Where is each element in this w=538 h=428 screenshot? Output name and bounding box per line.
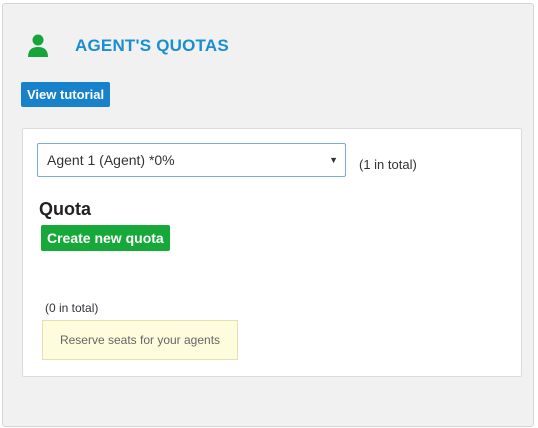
- agent-select[interactable]: Agent 1 (Agent) *0% ▼: [37, 143, 346, 177]
- quotas-total-count: (0 in total): [45, 301, 99, 315]
- quota-heading: Quota: [39, 199, 91, 219]
- user-icon: [28, 34, 48, 57]
- empty-quotas-hint: Reserve seats for your agents: [42, 320, 238, 360]
- agent-select-value: Agent 1 (Agent) *0%: [47, 152, 175, 168]
- view-tutorial-button[interactable]: View tutorial: [21, 82, 111, 107]
- page-title: AGENT'S QUOTAS: [75, 36, 229, 55]
- agents-quotas-panel: AGENT'S QUOTAS View tutorial Agent 1 (Ag…: [2, 3, 534, 427]
- create-quota-button[interactable]: Create new quota: [41, 225, 170, 251]
- dropdown-arrow-icon: ▼: [329, 155, 338, 165]
- quotas-card: Agent 1 (Agent) *0% ▼ (1 in total) Quota…: [22, 128, 522, 377]
- page-header: AGENT'S QUOTAS: [27, 34, 229, 58]
- agents-total-count: (1 in total): [359, 157, 417, 172]
